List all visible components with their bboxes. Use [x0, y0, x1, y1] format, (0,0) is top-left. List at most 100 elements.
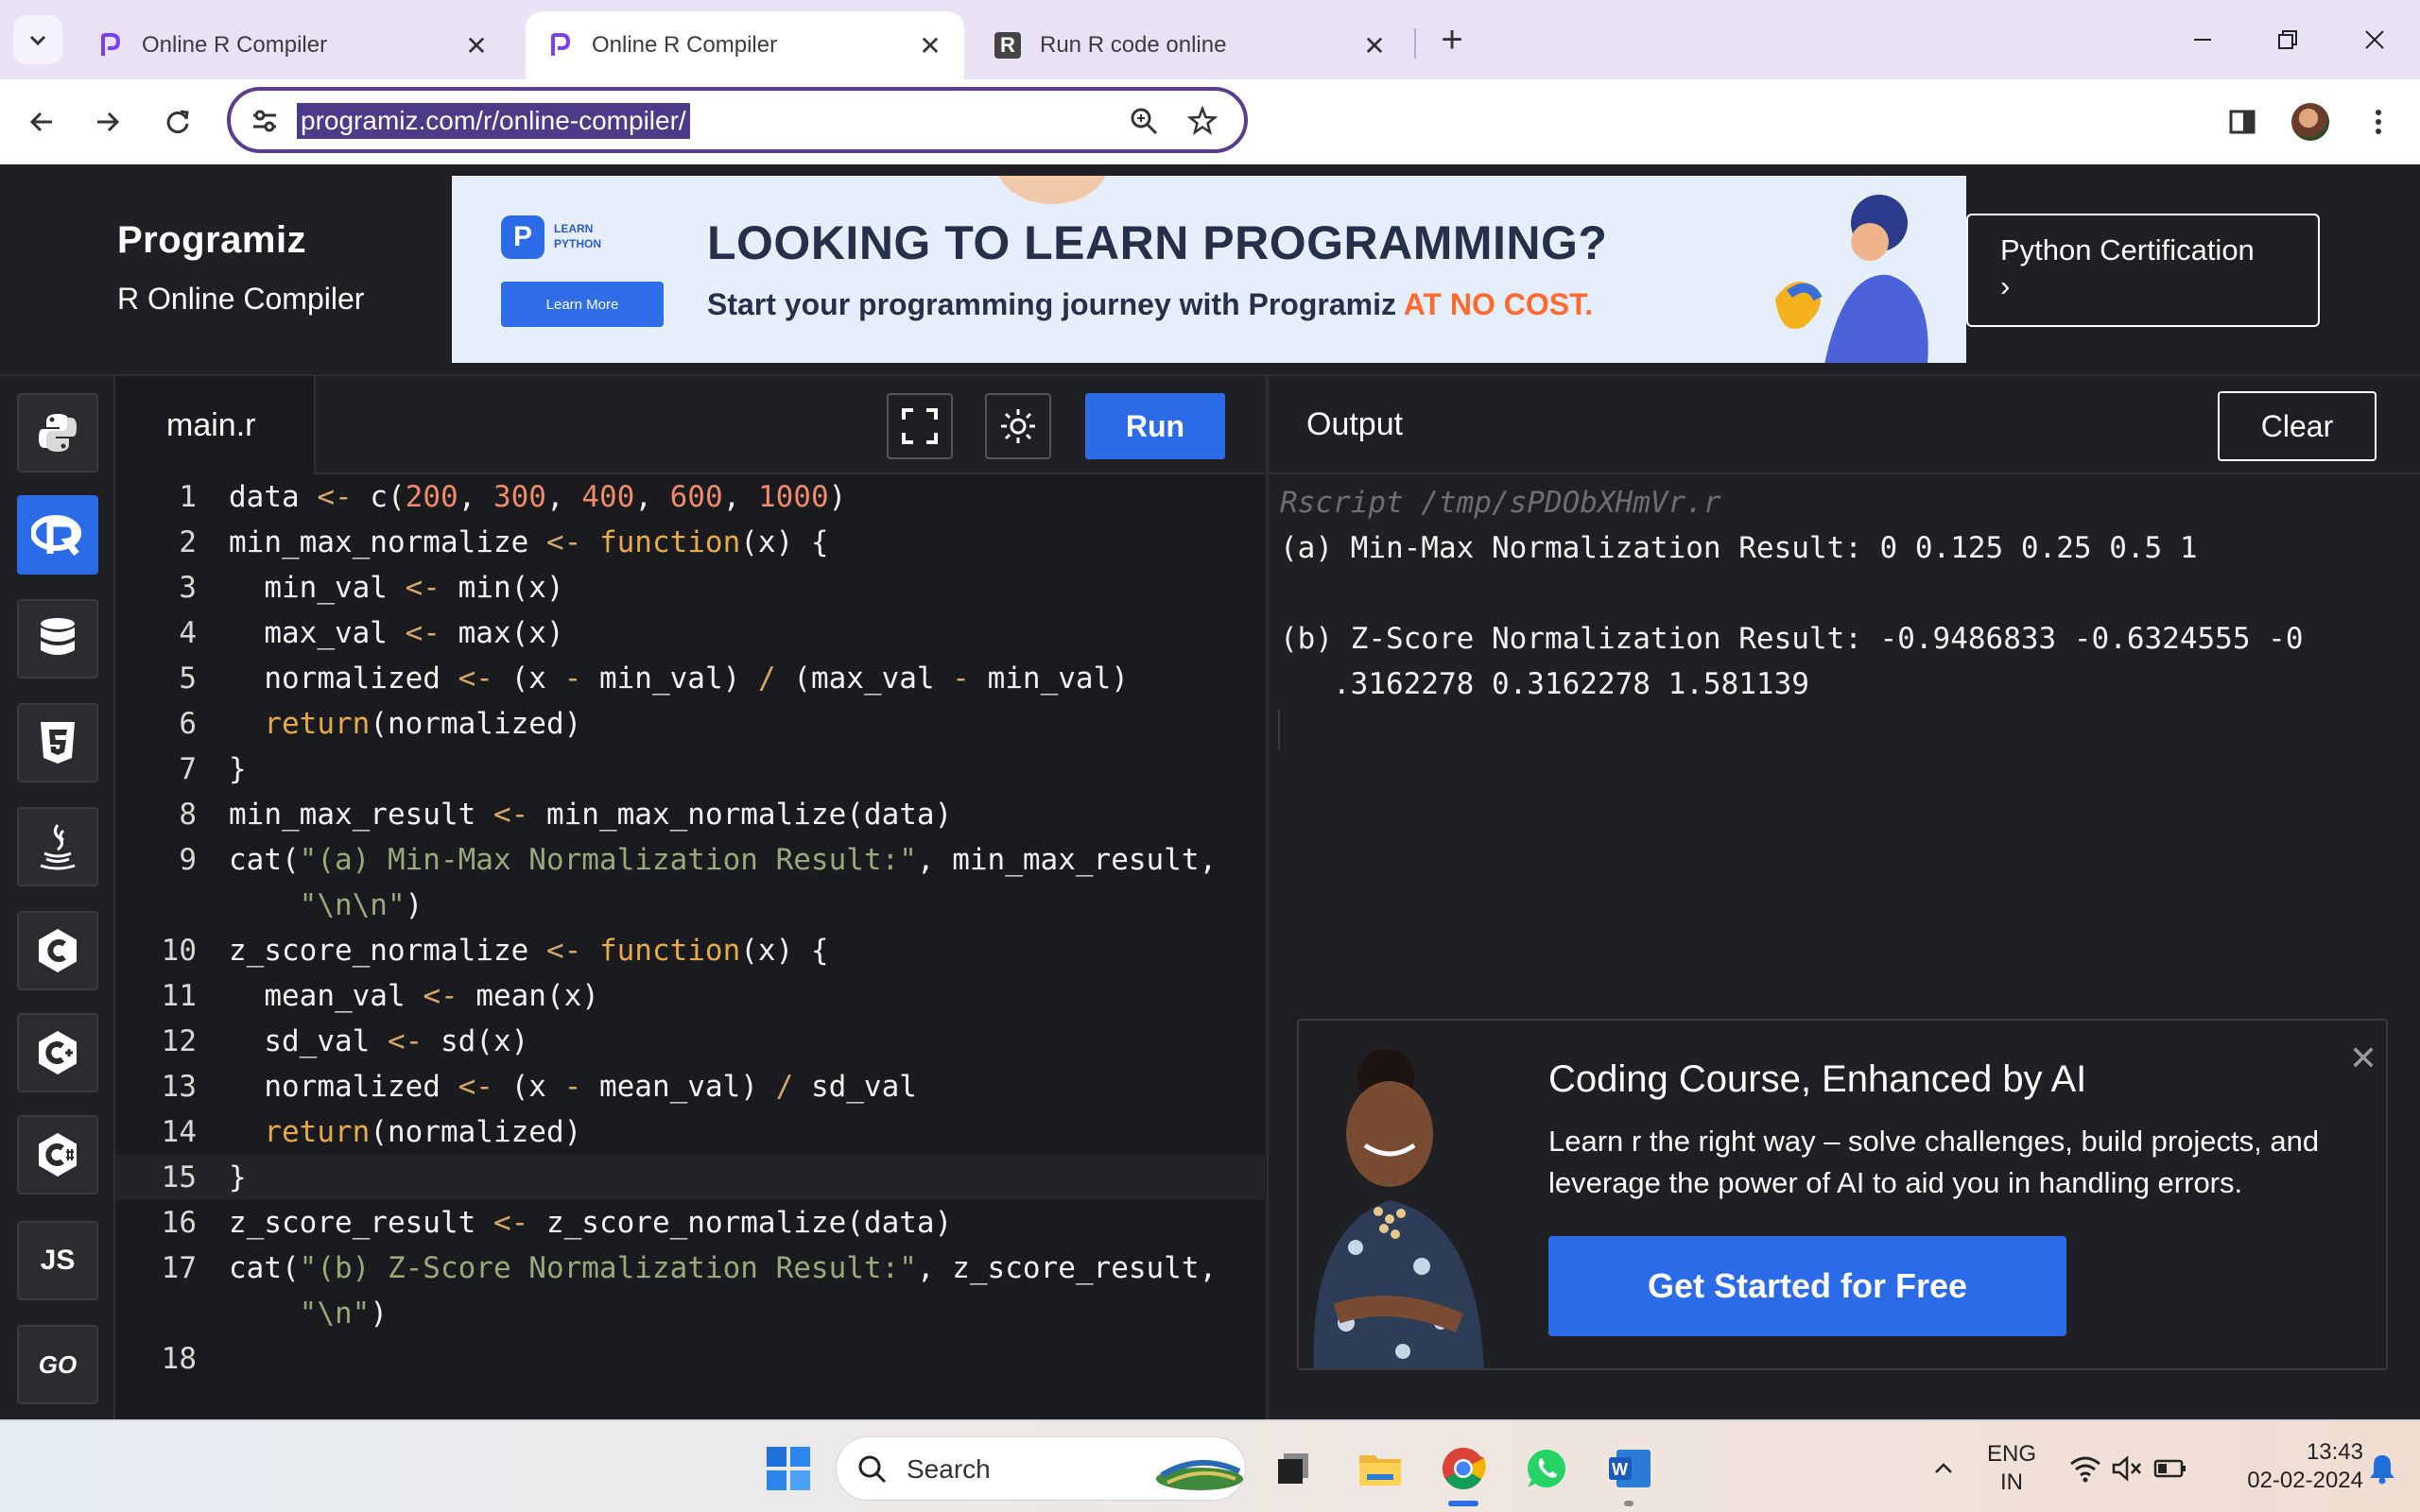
line-number: 2 — [179, 525, 197, 559]
code-token: <- — [493, 1206, 546, 1240]
start-button[interactable] — [762, 1442, 815, 1495]
code-token: min_max_result — [229, 798, 493, 832]
browser-tab-3[interactable]: R Run R code online ✕ — [974, 11, 1409, 79]
clear-button[interactable]: Clear — [2218, 391, 2377, 461]
task-view-button[interactable] — [1267, 1442, 1320, 1495]
code-line[interactable]: 8 min_max_result <- min_max_normalize(dat… — [115, 792, 1265, 837]
tab-search-button[interactable] — [13, 15, 62, 64]
close-tab-icon[interactable]: ✕ — [1361, 30, 1388, 61]
sidebar-item-cpp[interactable] — [17, 1013, 98, 1092]
fullscreen-button[interactable] — [887, 393, 953, 459]
sidebar-item-c[interactable] — [17, 911, 98, 990]
code-line[interactable]: 10 z_score_normalize <- function(x) { — [115, 928, 1265, 973]
close-icon[interactable]: ✕ — [2346, 1039, 2380, 1077]
code-token: <- — [405, 616, 458, 650]
word-button[interactable]: W — [1603, 1442, 1656, 1495]
cpp-icon — [39, 1031, 77, 1074]
code-line[interactable]: 5 normalized <- (x - min_val) / (max_val… — [115, 656, 1265, 701]
browser-tab-2[interactable]: Online R Compiler ✕ — [526, 11, 964, 79]
sidebar-item-r[interactable] — [17, 495, 98, 575]
notifications-button[interactable] — [2356, 1442, 2409, 1495]
show-hidden-icons-button[interactable] — [1917, 1442, 1970, 1495]
taskbar-search[interactable]: Search — [836, 1436, 1246, 1501]
code-editor[interactable]: 1 data <- c(200, 300, 400, 600, 1000) 2 min… — [115, 474, 1265, 1419]
programiz-logo[interactable]: Programiz — [117, 219, 306, 262]
browser-tab-1[interactable]: Online R Compiler ✕ — [76, 11, 510, 79]
restore-button[interactable] — [2259, 17, 2316, 62]
line-number: 11 — [161, 979, 197, 1013]
code-token: ) — [405, 888, 424, 922]
code-token: mean_val — [229, 979, 424, 1013]
output-cursor — [1278, 709, 1280, 750]
zoom-icon[interactable] — [1129, 106, 1159, 136]
code-line[interactable]: 12 sd_val <- sd(x) — [115, 1019, 1265, 1064]
code-line[interactable]: 6 return(normalized) — [115, 701, 1265, 747]
code-line[interactable]: 16 z_score_result <- z_score_normalize(da… — [115, 1200, 1265, 1246]
battery-icon — [2153, 1459, 2186, 1478]
sidebar-item-html[interactable] — [17, 703, 98, 782]
ad-learn-more-button[interactable]: Learn More — [501, 282, 664, 327]
chrome-button[interactable] — [1437, 1442, 1490, 1495]
code-line[interactable]: 17 cat("(b) Z-Score Normalization Result:… — [115, 1246, 1265, 1291]
code-line[interactable]: 7} — [115, 747, 1265, 792]
profile-button[interactable] — [2288, 99, 2333, 145]
code-line[interactable]: 3 min_val <- min(x) — [115, 565, 1265, 610]
sidebar-item-java[interactable] — [17, 807, 98, 886]
sidebar-item-sql[interactable] — [17, 599, 98, 679]
r-favicon-icon: R — [994, 32, 1021, 59]
python-certification-button[interactable]: Python Certification › — [1966, 214, 2320, 327]
file-explorer-button[interactable] — [1354, 1442, 1407, 1495]
code-token: min_max_normalize(data) — [545, 798, 953, 832]
code-token: min(x) — [458, 571, 564, 605]
sidebar-item-csharp[interactable] — [17, 1115, 98, 1194]
bookmark-star-icon[interactable] — [1187, 106, 1218, 136]
code-text: cat("(b) Z-Score Normalization Result:",… — [229, 1246, 1217, 1291]
forward-button[interactable] — [85, 99, 130, 145]
code-line[interactable]: 2 min_max_normalize <- function(x) { — [115, 520, 1265, 565]
code-token: <- — [458, 1070, 511, 1104]
code-line[interactable]: 11 mean_val <- mean(x) — [115, 973, 1265, 1019]
search-label: Search — [907, 1454, 991, 1484]
tab-separator — [1414, 28, 1416, 59]
language-indicator[interactable]: ENG IN — [1985, 1440, 2038, 1497]
code-line[interactable]: 1 data <- c(200, 300, 400, 600, 1000) — [115, 474, 1265, 520]
reload-button[interactable] — [155, 99, 200, 145]
code-line[interactable]: 9 cat("(a) Min-Max Normalization Result:"… — [115, 837, 1265, 883]
ad-banner[interactable]: P LEARN PYTHON Learn More LOOKING TO LEAR… — [452, 176, 1966, 363]
code-line[interactable]: 4 max_val <- max(x) — [115, 610, 1265, 656]
file-tab-main[interactable]: main.r — [115, 376, 316, 474]
whatsapp-button[interactable] — [1520, 1442, 1573, 1495]
minimize-button[interactable] — [2174, 17, 2231, 62]
url-text[interactable]: programiz.com/r/online-compiler/ — [297, 103, 690, 139]
sidebar-item-go[interactable]: GO — [17, 1325, 98, 1404]
site-settings-icon[interactable] — [250, 106, 280, 136]
theme-toggle-button[interactable] — [985, 393, 1051, 459]
battery-button[interactable] — [2144, 1442, 2197, 1495]
close-tab-icon[interactable]: ✕ — [917, 30, 943, 61]
code-line[interactable]: "\n") — [115, 1291, 1265, 1336]
clock[interactable]: 13:43 02-02-2024 — [2208, 1438, 2363, 1495]
code-text: normalized <- (x - mean_val) / sd_val — [229, 1064, 917, 1109]
back-button[interactable] — [19, 99, 64, 145]
menu-button[interactable] — [2356, 99, 2401, 145]
code-line[interactable]: 14 return(normalized) — [115, 1109, 1265, 1155]
code-token: <- — [545, 934, 599, 968]
code-line[interactable]: 18 — [115, 1336, 1265, 1382]
code-token: min_val — [229, 571, 406, 605]
close-window-button[interactable] — [2346, 17, 2403, 62]
run-button[interactable]: Run — [1085, 393, 1225, 459]
side-panel-button[interactable] — [2220, 99, 2265, 145]
address-bar[interactable]: programiz.com/r/online-compiler/ — [227, 87, 1248, 153]
line-number: 14 — [161, 1115, 197, 1149]
code-line[interactable]: 13 normalized <- (x - mean_val) / sd_val — [115, 1064, 1265, 1109]
code-line[interactable]: 15} — [115, 1155, 1265, 1200]
sidebar-item-js[interactable]: JS — [17, 1221, 98, 1300]
sidebar-item-python[interactable] — [17, 393, 98, 472]
code-line[interactable]: "\n\n") — [115, 883, 1265, 928]
get-started-button[interactable]: Get Started for Free — [1548, 1236, 2066, 1336]
r-icon — [31, 515, 81, 556]
close-tab-icon[interactable]: ✕ — [463, 30, 490, 61]
code-token: , z_score_result, — [916, 1251, 1218, 1285]
code-token: 300 — [493, 480, 546, 514]
new-tab-button[interactable]: + — [1429, 17, 1475, 62]
